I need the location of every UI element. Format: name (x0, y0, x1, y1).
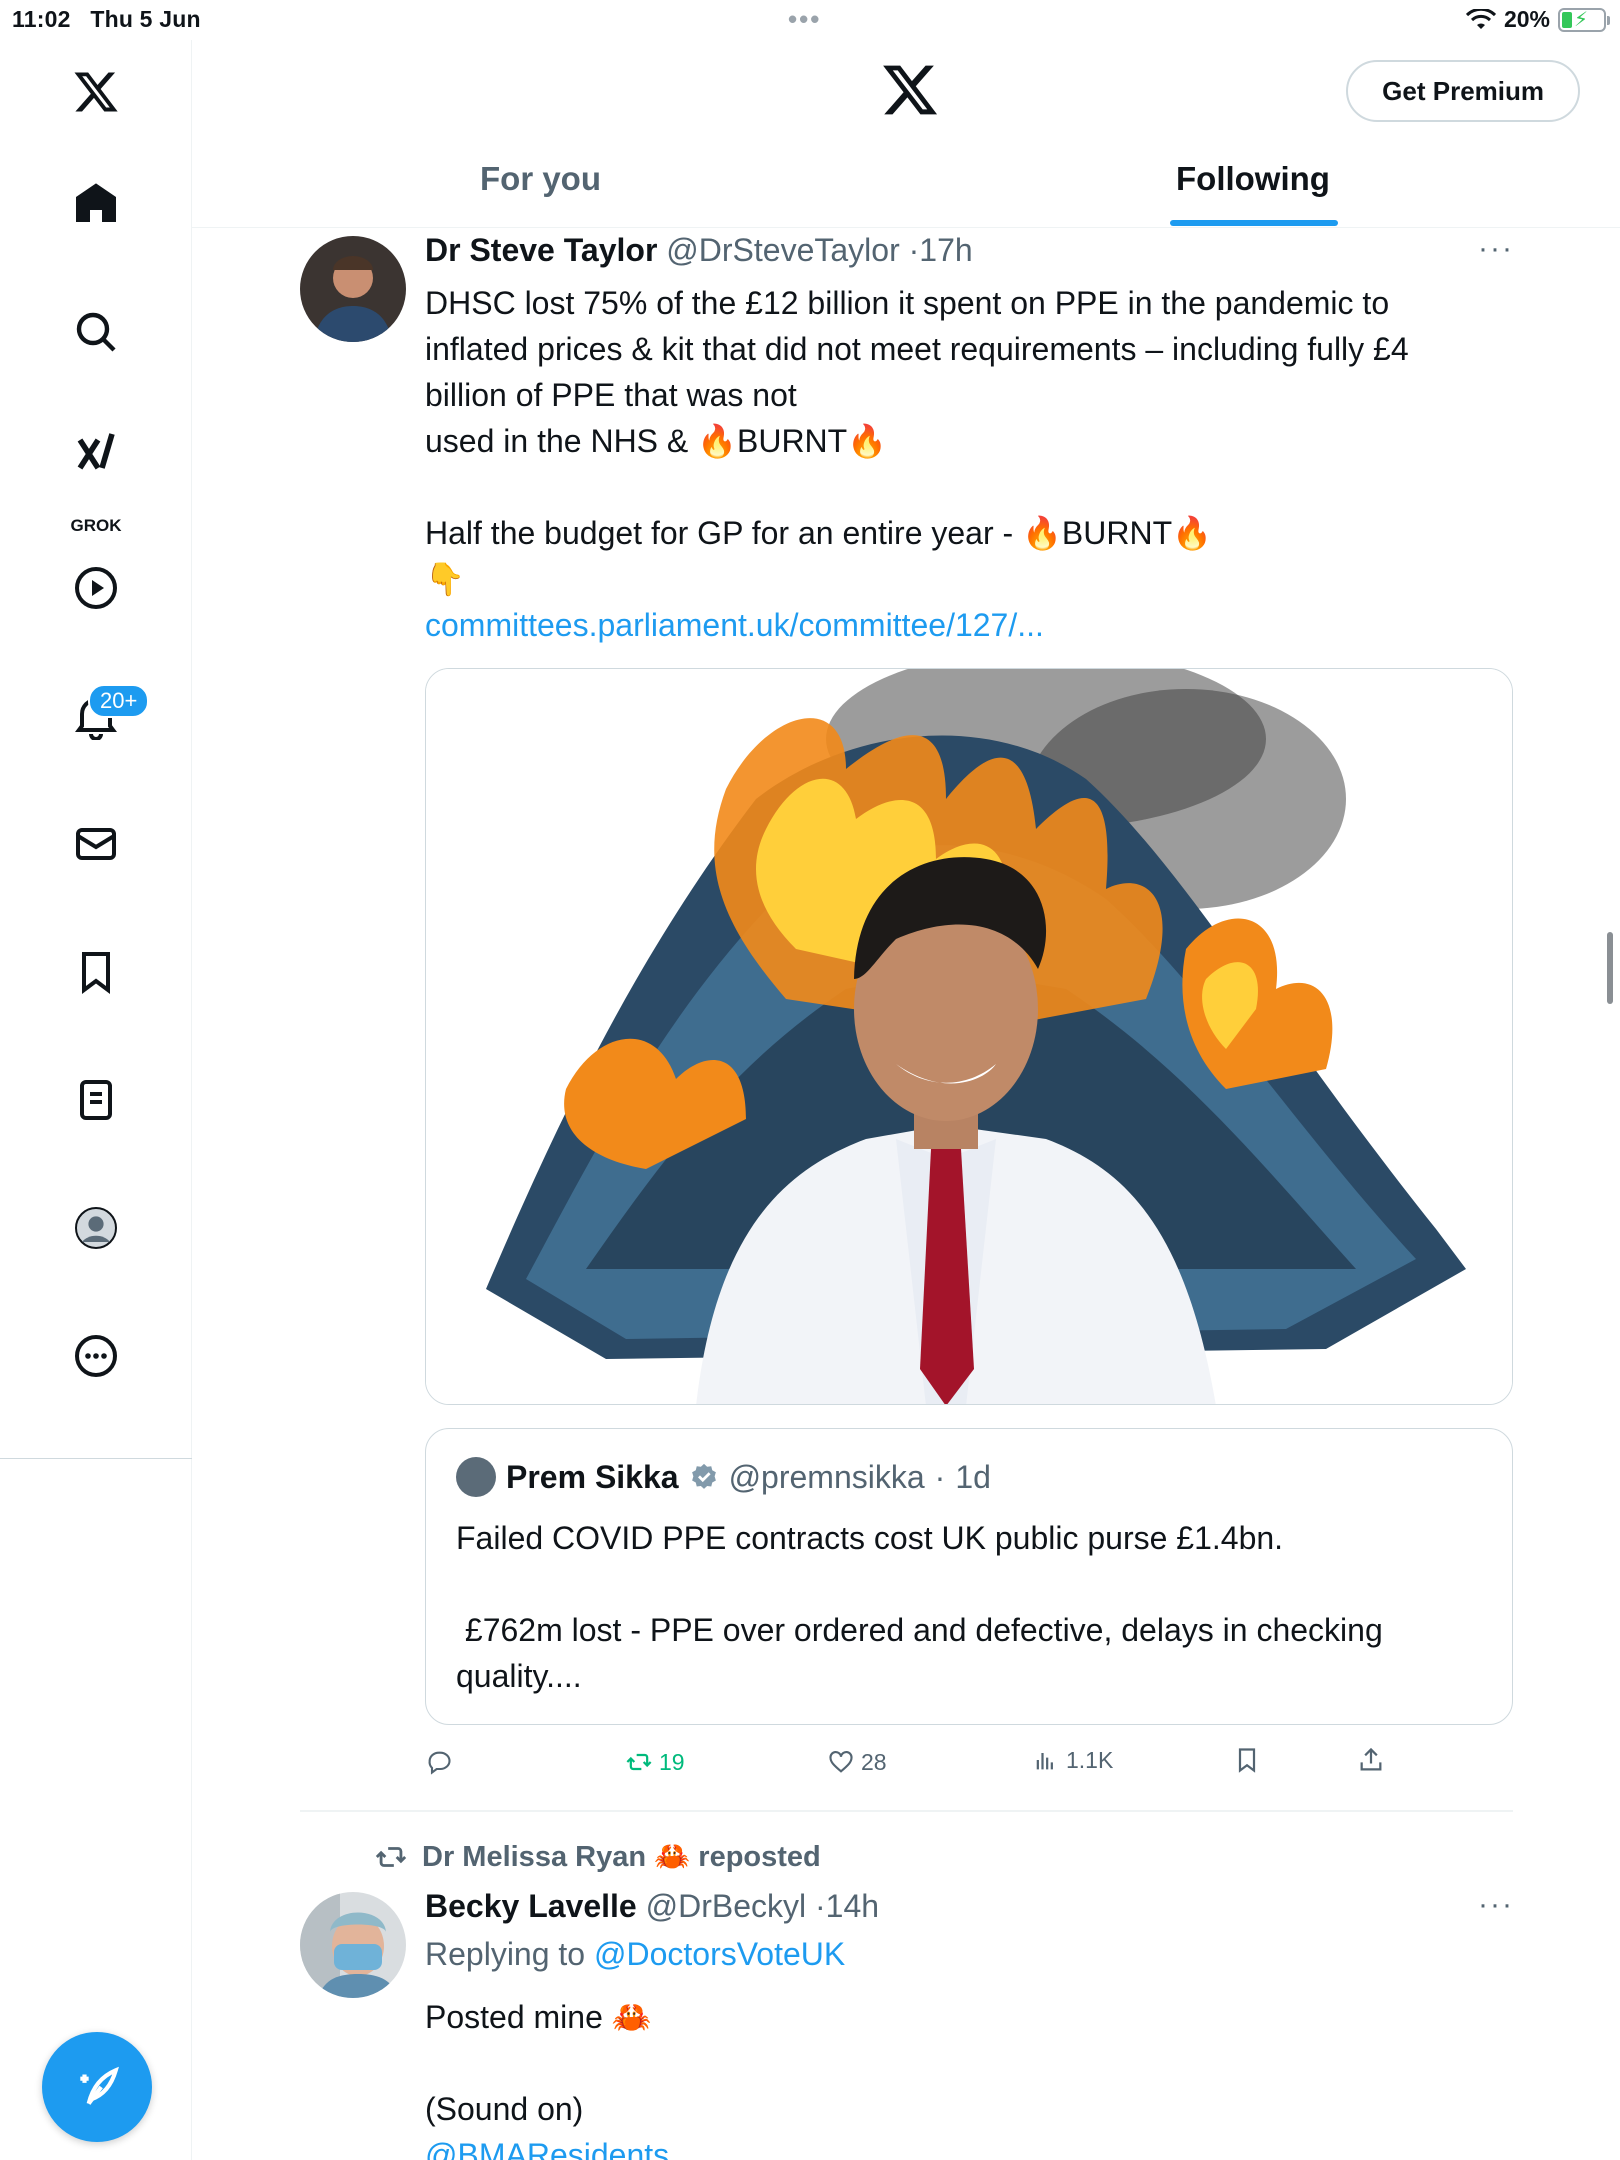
avatar[interactable] (300, 236, 406, 342)
quoted-author-name: Prem Sikka (506, 1458, 679, 1495)
tweet-text-line: used in the NHS & 🔥BURNT🔥 (425, 423, 888, 459)
battery-percent: 20% (1503, 6, 1550, 32)
tweet-text-line: billion of PPE that was not (425, 377, 797, 413)
author-handle[interactable]: @DrBeckyl (646, 1888, 807, 1924)
tweet-more-icon[interactable]: ··· (1478, 232, 1514, 266)
tweet-media-image[interactable] (425, 668, 1513, 1405)
tweet-body: DHSC lost 75% of the £12 billion it spen… (425, 280, 1525, 648)
avatar[interactable] (300, 1892, 406, 1998)
pointing-down-emoji: 👇 (425, 561, 465, 597)
avatar (456, 1457, 496, 1497)
tweet-header: Becky Lavelle @DrBeckyl ·14h (425, 1888, 880, 1924)
retweet-count: 19 (659, 1748, 685, 1775)
share-button[interactable] (1357, 1746, 1385, 1774)
search-icon[interactable] (68, 304, 124, 360)
author-handle[interactable]: @DrSteveTaylor (666, 232, 899, 268)
multitask-dots[interactable]: ••• (788, 4, 821, 35)
tweet-text-line: DHSC lost 75% of the £12 billion it spen… (425, 285, 1390, 321)
author-name[interactable]: Becky Lavelle (425, 1888, 637, 1924)
status-bar: 11:02 Thu 5 Jun ••• 20% ⚡ (0, 0, 1620, 40)
feed-header: Get Premium For you Following (192, 40, 1620, 228)
sidebar-divider (0, 1458, 192, 1459)
verified-badge-icon (691, 1463, 716, 1489)
replying-to: Replying to @DoctorsVoteUK (425, 1936, 846, 1972)
lists-icon[interactable] (68, 1072, 124, 1128)
compose-feather-icon (80, 2066, 119, 2105)
retweet-icon (626, 1753, 652, 1771)
quoted-text-line: Failed COVID PPE contracts cost UK publi… (456, 1520, 1284, 1556)
tweet-time[interactable]: 14h (826, 1888, 879, 1924)
reply-mention-link[interactable]: @DoctorsVoteUK (594, 1936, 845, 1972)
active-tab-indicator (1170, 220, 1338, 226)
tweet-text-line: Half the budget for GP for an entire yea… (425, 515, 1212, 551)
crab-emoji: 🦀 (654, 1841, 691, 1873)
fire-emoji: 🔥 (1172, 515, 1212, 551)
quoted-tweet[interactable]: Prem Sikka @premnsikka · 1d Failed COVID … (425, 1428, 1513, 1725)
views-button[interactable]: 1.1K (1032, 1746, 1113, 1774)
fire-emoji: 🔥 (1022, 515, 1062, 551)
get-premium-button[interactable]: Get Premium (1346, 60, 1580, 122)
tab-for-you[interactable]: For you (480, 160, 601, 198)
heart-icon (829, 1751, 853, 1773)
bookmarks-icon[interactable] (68, 944, 124, 1000)
quoted-tweet-time: 1d (955, 1458, 991, 1495)
views-chart-icon (1036, 1753, 1053, 1770)
crab-emoji: 🦀 (611, 1999, 652, 2035)
repost-indicator: Dr Melissa Ryan 🦀 reposted (374, 1840, 821, 1874)
status-time: 11:02 Thu 5 Jun (12, 6, 201, 32)
tweet-text-line: Posted mine 🦀 (425, 1999, 652, 2035)
reposter-name[interactable]: Dr Melissa Ryan 🦀 reposted (422, 1840, 821, 1874)
fire-emoji: 🔥 (847, 423, 888, 459)
quoted-tweet-body: Failed COVID PPE contracts cost UK publi… (456, 1515, 1486, 1699)
reply-button[interactable] (425, 1748, 459, 1776)
tweet-actions: 19 28 1.1K (425, 1744, 1425, 1788)
reply-icon (428, 1751, 451, 1775)
views-count: 1.1K (1066, 1746, 1114, 1773)
compose-post-button[interactable] (42, 2032, 152, 2142)
bookmark-icon (1238, 1748, 1256, 1773)
tweet-header: Dr Steve Taylor @DrSteveTaylor ·17h (425, 232, 973, 268)
video-icon[interactable] (68, 560, 124, 616)
like-button[interactable]: 28 (827, 1748, 887, 1776)
share-icon (1360, 1747, 1382, 1771)
tweet-link[interactable]: committees.parliament.uk/committee/127/.… (425, 602, 1525, 648)
retweet-button[interactable]: 19 (625, 1748, 685, 1776)
quoted-tweet-header: Prem Sikka @premnsikka · 1d (456, 1457, 991, 1497)
author-name[interactable]: Dr Steve Taylor (425, 232, 657, 268)
tweet-divider (300, 1810, 1513, 1812)
tweet-body: Posted mine 🦀 (Sound on) @BMAResidents (425, 1994, 1525, 2160)
more-options-icon[interactable] (68, 1328, 124, 1384)
like-count: 28 (861, 1748, 887, 1775)
profile-avatar-icon[interactable] (68, 1200, 124, 1256)
quoted-text-line: £762m lost - PPE over ordered and defect… (456, 1612, 1383, 1648)
retweet-icon (375, 1847, 407, 1867)
notifications-badge: 20+ (88, 684, 150, 718)
grok-icon[interactable] (68, 424, 124, 480)
tweet-more-icon[interactable]: ··· (1478, 1888, 1514, 1922)
fire-emoji: 🔥 (697, 423, 737, 459)
scrollbar[interactable] (1607, 932, 1613, 1004)
battery-icon: ⚡ (1558, 7, 1610, 32)
tab-following[interactable]: Following (1176, 160, 1330, 198)
quoted-author-handle: @premnsikka (728, 1458, 925, 1495)
bookmark-button[interactable] (1233, 1746, 1261, 1774)
sidebar: GROK 20+ (0, 40, 192, 2160)
tweet-text-line: inflated prices & kit that did not meet … (425, 331, 1409, 367)
quoted-text-line: quality.... (456, 1658, 582, 1694)
x-logo-icon (880, 60, 940, 120)
messages-icon[interactable] (68, 816, 124, 872)
tweet-time[interactable]: 17h (919, 232, 972, 268)
x-logo-icon[interactable] (68, 64, 124, 120)
status-indicators: 20% ⚡ (1465, 6, 1610, 33)
wifi-icon (1465, 8, 1496, 29)
tweet-mention-link[interactable]: @BMAResidents (425, 2132, 1525, 2160)
home-icon[interactable] (68, 176, 124, 232)
tweet-text-line: (Sound on) (425, 2091, 584, 2127)
grok-label: GROK (70, 516, 122, 535)
